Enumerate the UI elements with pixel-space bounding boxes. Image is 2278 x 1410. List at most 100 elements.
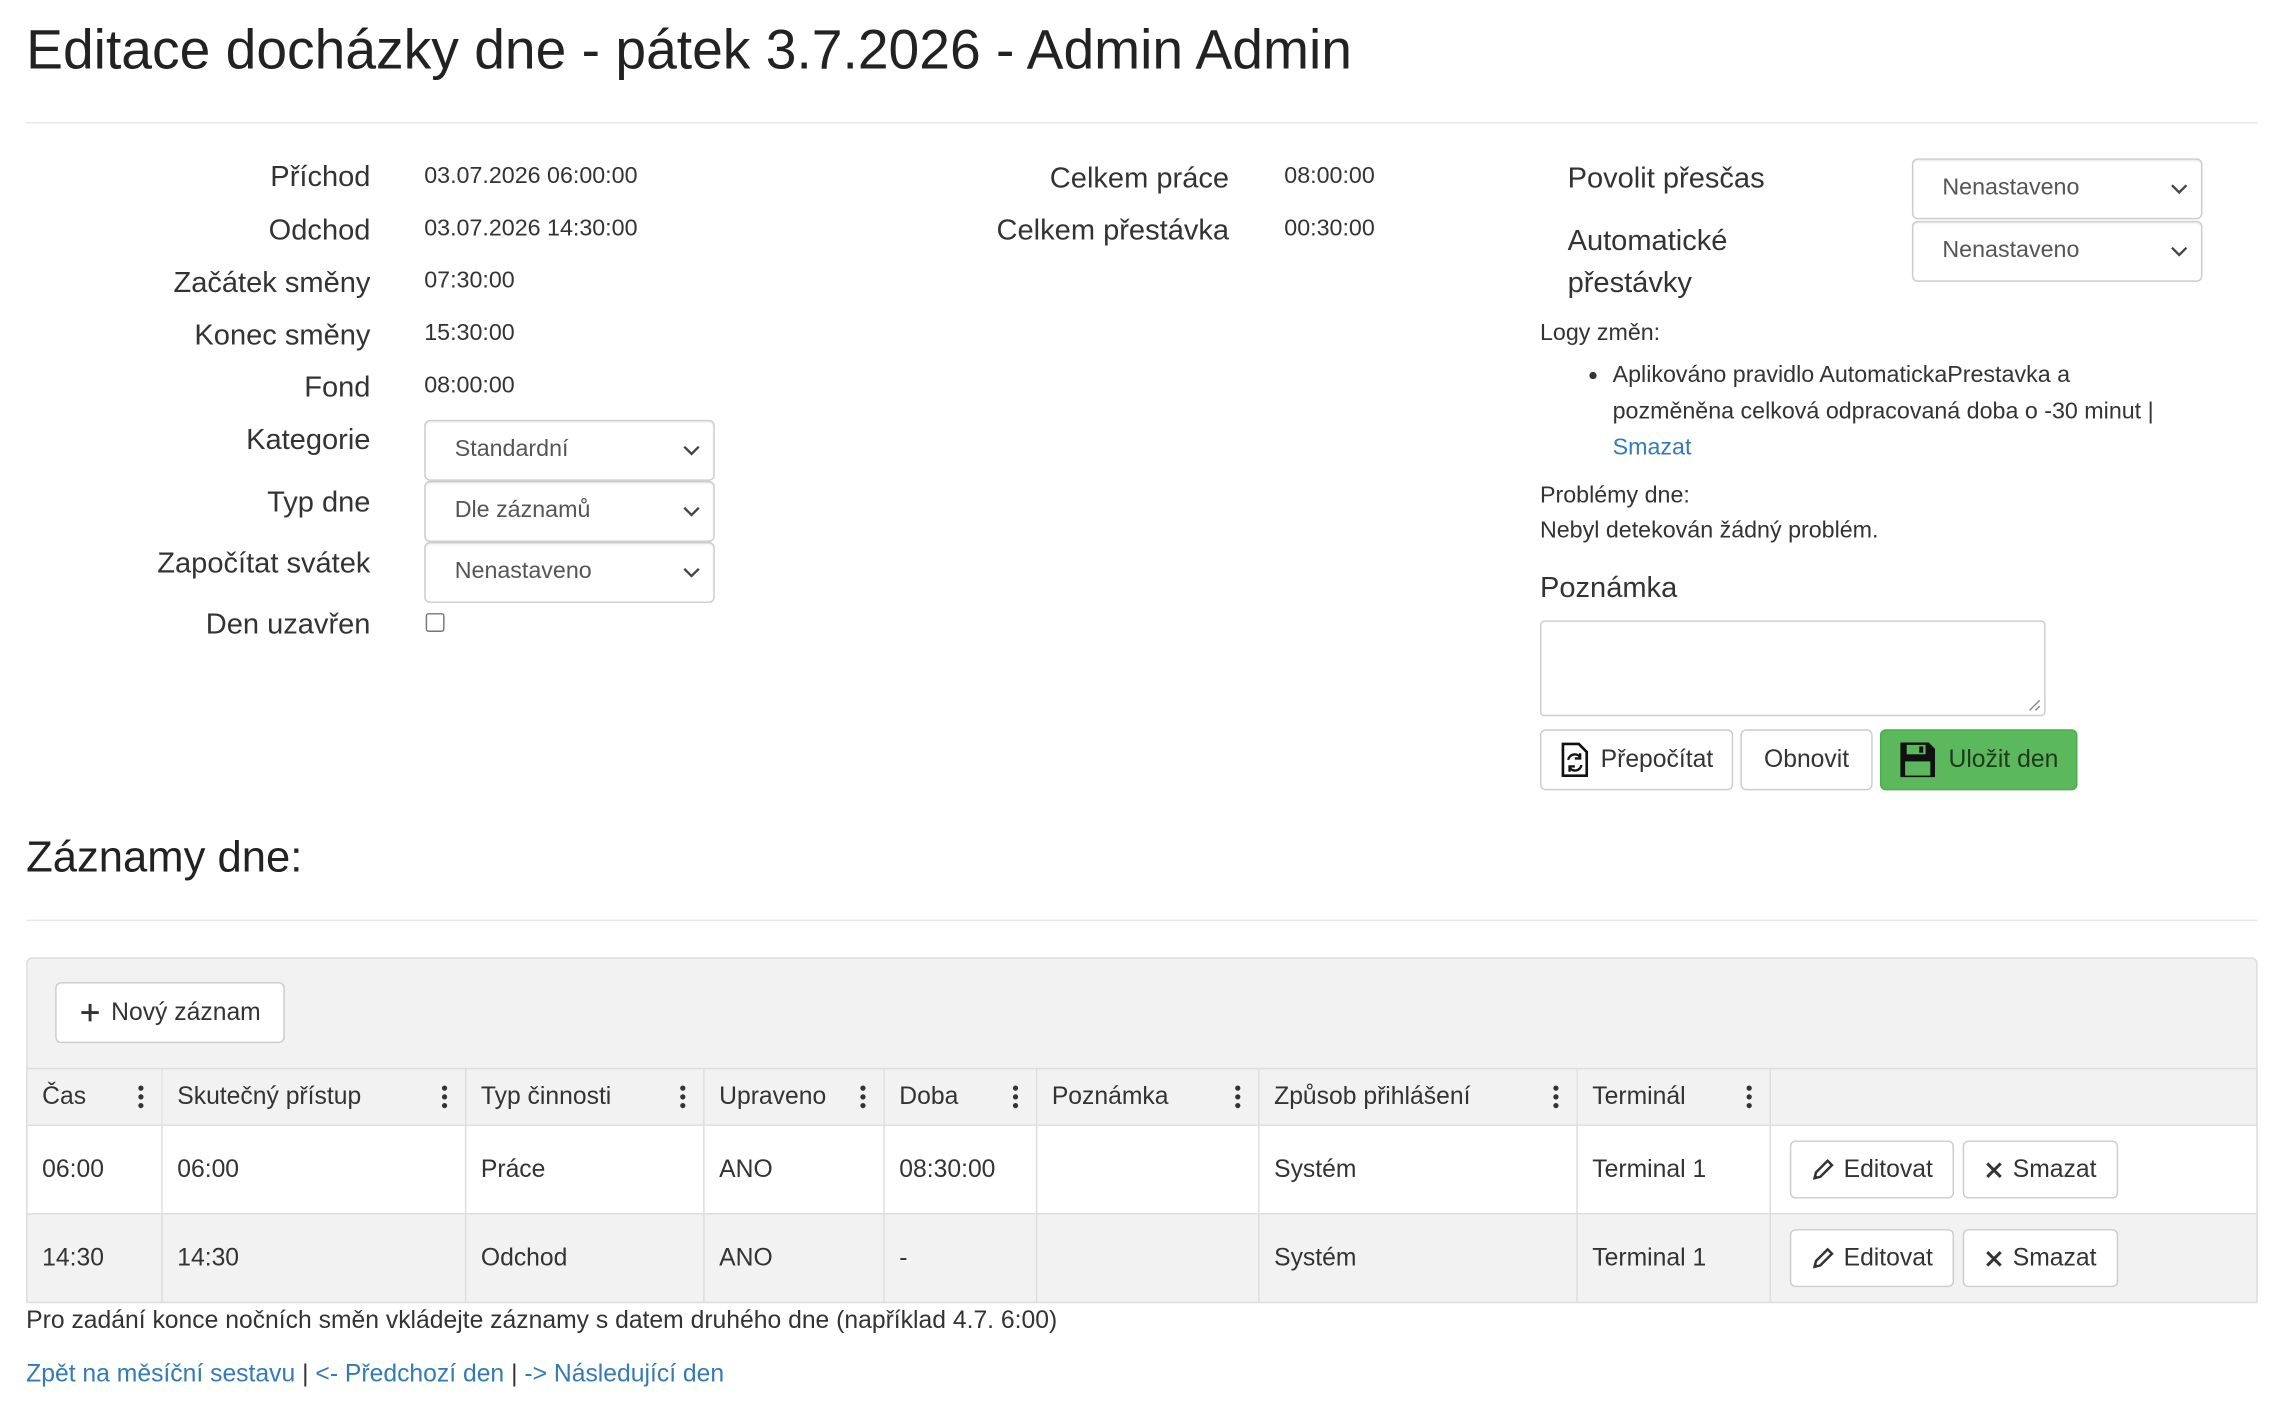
column-header-label: Doba xyxy=(899,1082,959,1110)
cell-skutecny-pristup: 06:00 xyxy=(161,1124,467,1215)
cell-upraveno: ANO xyxy=(703,1213,885,1304)
cell-cas: 06:00 xyxy=(26,1124,163,1215)
plus-icon xyxy=(80,1003,99,1022)
footer-navigation: Zpět na měsíční sestavu | <- Předchozí d… xyxy=(26,1360,724,1389)
nav-separator: | xyxy=(302,1359,309,1388)
close-icon xyxy=(1986,1250,2003,1266)
previous-day-link[interactable]: <- Předchozí den xyxy=(315,1360,504,1388)
povolit-prescas-select[interactable]: Nenastaveno xyxy=(1911,158,2203,220)
label-typ-dne: Typ dne xyxy=(267,486,371,519)
page-title: Editace docházky dne - pátek 3.7.2026 - … xyxy=(26,20,1352,82)
records-heading: Záznamy dne: xyxy=(26,833,303,882)
logs-heading: Logy změn: xyxy=(1539,321,1661,346)
column-menu-icon[interactable] xyxy=(1235,1085,1241,1109)
recalc-document-icon xyxy=(1561,742,1588,777)
value-konec-smeny: 15:30:00 xyxy=(424,321,515,346)
records-divider xyxy=(26,919,2258,922)
next-day-link[interactable]: -> Následující den xyxy=(524,1360,724,1388)
value-celkem-prestavka: 00:30:00 xyxy=(1284,216,1375,242)
column-header-poznamka[interactable]: Poznámka xyxy=(1035,1067,1260,1126)
night-shift-note: Pro zadání konce nočních směn vkládejte … xyxy=(26,1306,1058,1334)
cell-actions: Editovat Smazat xyxy=(1769,1213,2258,1304)
cell-actions: Editovat Smazat xyxy=(1769,1124,2258,1215)
edit-record-button[interactable]: Editovat xyxy=(1789,1229,1955,1288)
column-menu-icon[interactable] xyxy=(1012,1085,1019,1109)
delete-record-button[interactable]: Smazat xyxy=(1963,1140,2119,1199)
refresh-button[interactable]: Obnovit xyxy=(1740,729,1873,791)
column-header-skutecny-pristup[interactable]: Skutečný přístup xyxy=(161,1067,467,1126)
recalc-button-label: Přepočítat xyxy=(1600,745,1714,773)
chevron-down-icon xyxy=(683,445,700,456)
delete-record-button[interactable]: Smazat xyxy=(1963,1229,2119,1288)
problems-text: Nebyl detekován žádný problém. xyxy=(1539,518,1879,544)
chevron-down-icon xyxy=(2171,184,2188,195)
column-menu-icon[interactable] xyxy=(441,1085,448,1109)
column-header-upraveno[interactable]: Upraveno xyxy=(703,1067,885,1126)
column-menu-icon[interactable] xyxy=(138,1085,144,1109)
label-celkem-prestavka: Celkem přestávka xyxy=(996,215,1230,247)
cell-typ-cinnosti: Práce xyxy=(464,1124,705,1215)
edit-record-button[interactable]: Editovat xyxy=(1789,1140,1955,1199)
logs-list: Aplikováno pravidlo AutomatickaPrestavka… xyxy=(1589,357,2154,466)
cell-zpusob-prihlaseni: Systém xyxy=(1258,1124,1578,1215)
recalc-button[interactable]: Přepočítat xyxy=(1539,729,1734,791)
resize-handle-icon[interactable] xyxy=(2027,697,2042,712)
nav-separator: | xyxy=(511,1359,518,1388)
column-header-cas[interactable]: Čas xyxy=(26,1067,163,1126)
povolit-prescas-select-value: Nenastaveno xyxy=(1942,175,2080,201)
value-fond: 08:00:00 xyxy=(424,373,515,399)
edit-record-button-label: Editovat xyxy=(1843,1243,1933,1272)
typ-dne-select-value: Dle záznamů xyxy=(454,498,591,524)
cell-terminal: Terminal 1 xyxy=(1576,1124,1771,1215)
chevron-down-icon xyxy=(2171,246,2188,257)
value-prichod: 03.07.2026 06:00:00 xyxy=(424,164,638,189)
kategorie-select[interactable]: Standardní xyxy=(424,419,715,481)
log-item: Aplikováno pravidlo AutomatickaPrestavka… xyxy=(1589,357,2154,466)
column-header-doba[interactable]: Doba xyxy=(883,1067,1038,1126)
label-fond: Fond xyxy=(304,371,371,404)
problems-heading: Problémy dne: xyxy=(1539,483,1690,509)
cell-doba: 08:30:00 xyxy=(883,1124,1038,1215)
floppy-disk-icon xyxy=(1900,742,1936,778)
pencil-icon xyxy=(1812,1159,1834,1180)
save-day-button[interactable]: Uložit den xyxy=(1879,729,2078,791)
label-prestavky: přestávky xyxy=(1567,267,1692,300)
column-menu-icon[interactable] xyxy=(1746,1085,1752,1109)
bullet-icon xyxy=(1589,371,1597,380)
delete-record-button-label: Smazat xyxy=(2012,1154,2097,1183)
label-automaticke: Automatické xyxy=(1567,225,1728,258)
cell-upraveno: ANO xyxy=(703,1124,885,1215)
typ-dne-select[interactable]: Dle záznamů xyxy=(424,480,715,542)
label-konec-smeny: Konec směny xyxy=(194,319,371,352)
column-header-label: Způsob přihlášení xyxy=(1274,1082,1471,1110)
column-header-terminal[interactable]: Terminál xyxy=(1576,1067,1771,1126)
log-delete-link[interactable]: Smazat xyxy=(1613,436,1692,461)
column-menu-icon[interactable] xyxy=(680,1085,686,1109)
kategorie-select-value: Standardní xyxy=(454,437,569,462)
column-header-typ-cinnosti[interactable]: Typ činnosti xyxy=(464,1067,705,1126)
back-to-month-link[interactable]: Zpět na měsíční sestavu xyxy=(26,1360,295,1388)
label-poznamka: Poznámka xyxy=(1539,572,1678,605)
poznamka-textarea[interactable] xyxy=(1539,620,2046,717)
new-record-button[interactable]: Nový záznam xyxy=(55,982,285,1044)
zapocitat-svatek-select[interactable]: Nenastaveno xyxy=(424,541,715,603)
column-header-label: Poznámka xyxy=(1051,1082,1169,1110)
label-den-uzavren: Den uzavřen xyxy=(205,608,371,641)
column-menu-icon[interactable] xyxy=(860,1085,866,1109)
save-day-button-label: Uložit den xyxy=(1948,745,2059,773)
den-uzavren-checkbox[interactable] xyxy=(425,613,445,632)
automaticke-prestavky-select[interactable]: Nenastaveno xyxy=(1911,220,2203,282)
chevron-down-icon xyxy=(683,567,700,578)
label-kategorie: Kategorie xyxy=(246,424,371,457)
new-record-button-label: Nový záznam xyxy=(111,998,261,1026)
table-header-row: Čas Skutečný přístup Typ činnosti Uprave… xyxy=(26,1067,2258,1126)
log-text-line1: Aplikováno pravidlo AutomatickaPrestavka… xyxy=(1612,363,2071,388)
page: Editace docházky dne - pátek 3.7.2026 - … xyxy=(0,0,2278,1409)
column-header-zpusob-prihlaseni[interactable]: Způsob přihlášení xyxy=(1258,1067,1578,1126)
label-povolit-prescas: Povolit přesčas xyxy=(1567,162,1765,195)
edit-record-button-label: Editovat xyxy=(1843,1154,1933,1183)
column-header-label: Typ činnosti xyxy=(480,1082,612,1110)
cell-doba: - xyxy=(883,1213,1038,1304)
column-menu-icon[interactable] xyxy=(1553,1085,1559,1109)
cell-skutecny-pristup: 14:30 xyxy=(161,1213,467,1304)
